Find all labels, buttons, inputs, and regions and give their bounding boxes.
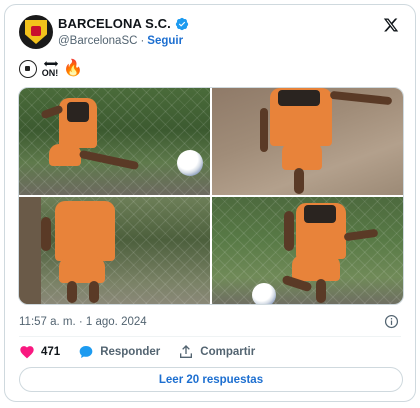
on-arrow-emoji-icon: ⬅➡ ON! (41, 59, 59, 78)
display-name[interactable]: BARCELONA S.C. (58, 16, 171, 31)
account-handle[interactable]: @BarcelonaSC (58, 35, 137, 47)
club-crest-icon (25, 20, 47, 44)
chat-bubble-icon (79, 346, 93, 358)
share-upload-icon (180, 345, 193, 358)
read-replies-button[interactable]: Leer 20 respuestas (19, 367, 403, 392)
handle-row: @BarcelonaSC · Seguir (58, 35, 183, 47)
soccer-ball-emoji-icon (19, 60, 37, 78)
tweet-embed-card: BARCELONA S.C. @BarcelonaSC · Seguir ⬅➡ … (4, 4, 416, 402)
reply-action[interactable]: Responder (78, 344, 160, 360)
x-logo-icon[interactable] (383, 17, 399, 33)
avatar[interactable] (19, 15, 53, 49)
verified-badge-icon (175, 17, 188, 30)
photo-player-dribbling-ball[interactable] (212, 197, 403, 304)
info-icon[interactable] (384, 314, 399, 329)
reply-label: Responder (100, 346, 161, 358)
share-label: Compartir (200, 346, 256, 358)
likes-count: 471 (41, 346, 61, 358)
photo-player-kicking-ball[interactable] (19, 88, 210, 195)
photo-player-walking-fence[interactable] (19, 197, 210, 304)
action-bar: 471 Responder Compartir (19, 344, 273, 360)
follow-button[interactable]: Seguir (147, 35, 183, 47)
photo-player-running-hillside[interactable] (212, 88, 403, 195)
author-name-row[interactable]: BARCELONA S.C. (58, 16, 189, 31)
timestamp[interactable]: 11:57 a. m. · 1 ago. 2024 (19, 316, 147, 328)
photo-grid (18, 87, 404, 305)
divider (19, 336, 401, 337)
share-action[interactable]: Compartir (178, 344, 255, 360)
heart-icon (20, 346, 34, 359)
tweet-text: ⬅➡ ON! 🔥 (19, 60, 83, 78)
separator-dot: · (140, 35, 145, 47)
like-action[interactable]: 471 (19, 344, 60, 360)
fire-emoji-icon: 🔥 (63, 60, 83, 77)
